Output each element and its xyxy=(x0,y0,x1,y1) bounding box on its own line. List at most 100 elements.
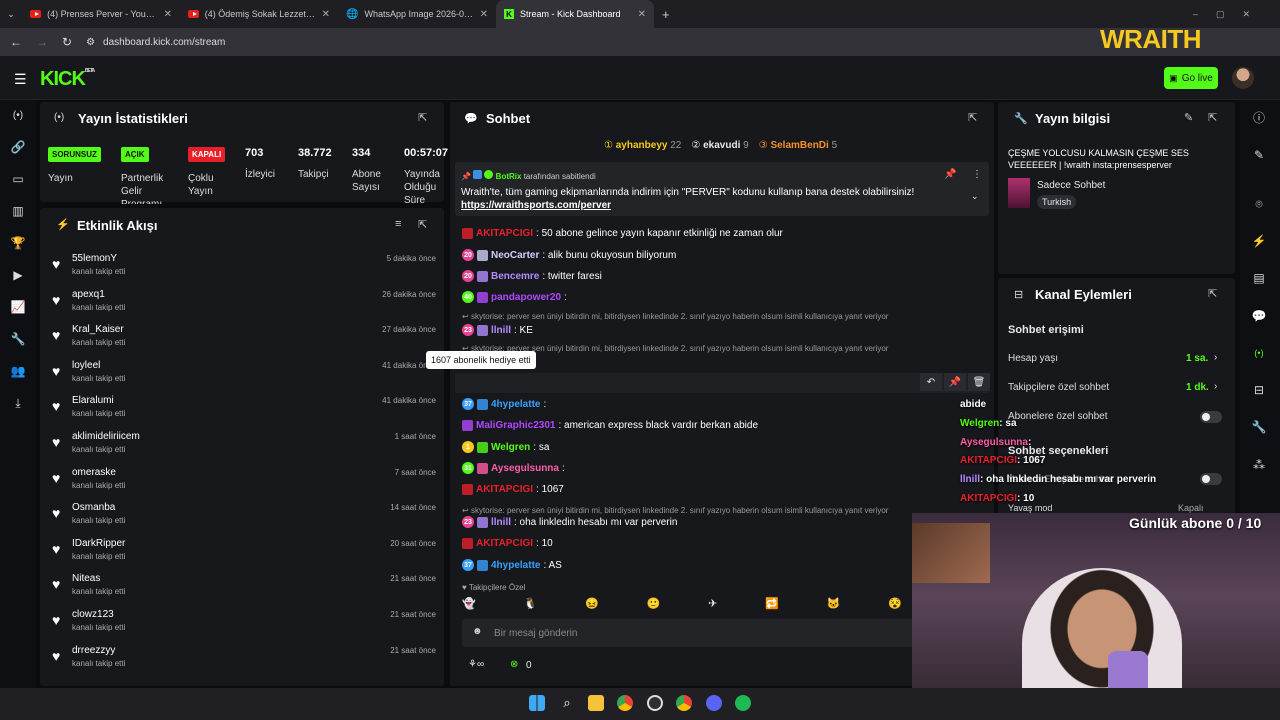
chevron-right-icon[interactable]: › xyxy=(1214,381,1217,392)
chat-username[interactable]: NeoCarter xyxy=(491,250,539,261)
chat-message[interactable]: 37 4hypelatte: AS xyxy=(462,559,562,571)
tab-youtube-2[interactable]: (4) Ödemiş Sokak Lezzetleri | - ✕ xyxy=(180,0,338,28)
close-icon[interactable]: ✕ xyxy=(322,9,330,20)
chat-bubble-icon[interactable]: 💬 xyxy=(1250,307,1268,325)
chat-username[interactable]: Welgren xyxy=(491,442,530,453)
apps-icon[interactable]: ⁂ xyxy=(1250,456,1268,474)
lightning-icon[interactable]: ⚡ xyxy=(1250,232,1268,250)
chat-settings-icon[interactable]: ⚘∞ xyxy=(468,659,484,670)
chat-message[interactable]: 1 Welgren: sa xyxy=(462,441,549,453)
expand-icon[interactable]: ⇱ xyxy=(418,218,427,231)
chat-username[interactable]: Aysegulsunna xyxy=(491,463,559,474)
chat-username[interactable]: Bencemre xyxy=(491,271,539,282)
emotes-only-toggle[interactable] xyxy=(1200,473,1222,485)
wrench-icon[interactable]: 🔧 xyxy=(9,330,27,348)
camera-icon[interactable]: ⌾ xyxy=(1250,195,1268,213)
chat-message[interactable]: 20 NeoCarter: alik bunu okuyosun biliyoru… xyxy=(462,249,676,261)
window-controls[interactable]: –▢✕ xyxy=(1193,9,1268,20)
activity-username[interactable]: omeraske xyxy=(72,467,116,478)
expand-icon[interactable]: ⇱ xyxy=(1208,287,1217,300)
gifter-name[interactable]: ayhanbeyy xyxy=(616,140,668,151)
site-info-icon[interactable]: ⚙ xyxy=(86,37,95,48)
trophy-icon[interactable]: 🏆 xyxy=(9,234,27,252)
activity-username[interactable]: aklimideliriicem xyxy=(72,431,140,442)
activity-username[interactable]: IDarkRipper xyxy=(72,538,125,549)
pinned-link[interactable]: https://wraithsports.com/perver xyxy=(461,200,611,211)
chat-username[interactable]: llnill xyxy=(491,325,511,336)
tab-whatsapp-image[interactable]: 🌐 WhatsApp Image 2026-08-08 a ✕ xyxy=(338,0,496,28)
broadcast-icon[interactable]: (•) xyxy=(1250,344,1268,362)
chat-username[interactable]: AKITAPCIGI xyxy=(476,538,533,549)
obs-icon[interactable] xyxy=(647,695,663,711)
reply-context[interactable]: ↩ skytorise: perver sen üniyi bitirdin m… xyxy=(462,506,888,515)
upload-icon[interactable]: ⤓ xyxy=(9,394,27,412)
layout-icon[interactable]: ⊟ xyxy=(1250,381,1268,399)
trash-icon[interactable]: 🗑 xyxy=(968,373,990,391)
gifter-name[interactable]: ekavudi xyxy=(703,140,740,151)
chrome-icon[interactable] xyxy=(676,695,692,711)
emote-icon[interactable]: 👻 xyxy=(462,597,476,613)
chat-username[interactable]: MaliGraphic2301 xyxy=(476,420,555,431)
slow-mode-value[interactable]: Kapalı xyxy=(1178,503,1204,513)
activity-username[interactable]: Osmanba xyxy=(72,502,115,513)
url-text[interactable]: dashboard.kick.com/stream xyxy=(103,37,225,48)
chevron-right-icon[interactable]: › xyxy=(1214,352,1217,363)
emoji-icon[interactable]: ☻ xyxy=(472,626,483,637)
activity-username[interactable]: Elaralumi xyxy=(72,395,114,406)
tab-kick-dashboard[interactable]: K Stream - Kick Dashboard ✕ xyxy=(496,0,654,28)
folder-icon[interactable] xyxy=(588,695,604,711)
chat-username[interactable]: 4hypelatte xyxy=(491,399,540,410)
chrome-icon[interactable] xyxy=(617,695,633,711)
more-icon[interactable]: ⋮ xyxy=(972,169,982,180)
discord-icon[interactable] xyxy=(706,695,722,711)
analytics-icon[interactable]: ▥ xyxy=(9,202,27,220)
close-icon[interactable]: ✕ xyxy=(638,9,646,20)
account-age-value[interactable]: 1 sa. xyxy=(1186,353,1208,364)
back-icon[interactable]: ← xyxy=(10,35,22,49)
chat-message[interactable]: 20 Bencemre: twitter faresi xyxy=(462,270,602,282)
pin-icon[interactable]: 📌 xyxy=(944,373,966,391)
new-tab-button[interactable]: + xyxy=(662,7,670,22)
tab-search-icon[interactable]: ⌄ xyxy=(0,9,22,20)
chat-username[interactable]: 4hypelatte xyxy=(491,560,540,571)
tab-youtube-1[interactable]: (4) Prenses Perver - YouTube ✕ xyxy=(22,0,180,28)
activity-username[interactable]: 55lemonY xyxy=(72,253,117,264)
emote-icon[interactable]: 🐧 xyxy=(524,597,538,613)
close-icon[interactable]: ✕ xyxy=(164,9,172,20)
emote-icon[interactable]: 😖 xyxy=(585,597,599,613)
chat-message[interactable]: 31 Aysegulsunna: xyxy=(462,462,565,474)
chat-message[interactable]: AKITAPCIGI: 10 xyxy=(462,538,553,549)
chat-username[interactable]: pandapower20 xyxy=(491,292,561,303)
chat-message[interactable]: 23 llnill: KE xyxy=(462,324,533,336)
expand-icon[interactable]: ⇱ xyxy=(968,111,977,124)
info-icon[interactable]: ⓘ xyxy=(1250,108,1268,126)
link-icon[interactable]: 🔗 xyxy=(9,138,27,156)
chat-message[interactable]: MaliGraphic2301: american express black … xyxy=(462,420,758,431)
activity-username[interactable]: clowz123 xyxy=(72,609,114,620)
document-icon[interactable]: ▤ xyxy=(1250,269,1268,287)
chat-username[interactable]: llnill xyxy=(491,517,511,528)
chat-message[interactable]: AKITAPCIGI: 1067 xyxy=(462,484,564,495)
avatar[interactable] xyxy=(1232,67,1254,89)
category-name[interactable]: Sadece Sohbet xyxy=(1037,180,1105,191)
activity-username[interactable]: drreezzyy xyxy=(72,645,115,656)
chat-message[interactable]: 23 llnill: oha linkledin hesabı mı var pe… xyxy=(462,516,677,528)
emote-icon[interactable]: 🐱 xyxy=(827,597,841,613)
go-live-button[interactable]: ▣ Go live xyxy=(1164,67,1218,89)
emote-icon[interactable]: 🙂 xyxy=(647,597,661,613)
search-icon[interactable]: ⌕ xyxy=(559,695,575,711)
spotify-icon[interactable] xyxy=(735,695,751,711)
reply-context[interactable]: ↩ skytorise: perver sen üniyi bitirdin m… xyxy=(462,312,888,321)
window-icon[interactable]: ▭ xyxy=(9,170,27,188)
kick-logo[interactable]: KICKBETA xyxy=(40,68,95,91)
menu-icon[interactable]: ☰ xyxy=(14,71,27,88)
windows-start-icon[interactable] xyxy=(529,695,545,711)
chart-line-icon[interactable]: 📈 xyxy=(9,298,27,316)
expand-icon[interactable]: ⇱ xyxy=(418,111,427,124)
chat-message[interactable]: 40 pandapower20: xyxy=(462,291,567,303)
reply-icon[interactable]: ↶ xyxy=(920,373,942,391)
close-icon[interactable]: ✕ xyxy=(480,9,488,20)
chevron-down-icon[interactable]: ⌄ xyxy=(971,191,979,202)
activity-username[interactable]: Kral_Kaiser xyxy=(72,324,124,335)
expand-icon[interactable]: ⇱ xyxy=(1208,111,1217,124)
